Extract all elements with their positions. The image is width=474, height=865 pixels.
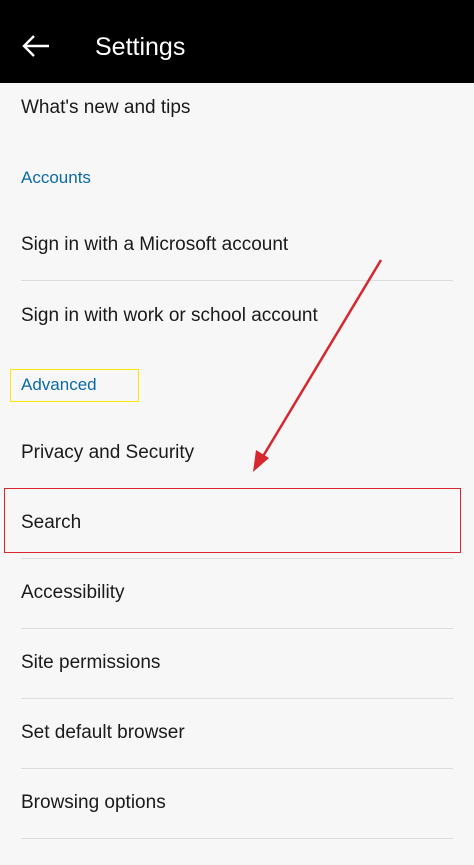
settings-item-browsing-options[interactable]: Browsing options [21, 768, 453, 839]
settings-item-label: Sign in with a Microsoft account [21, 234, 289, 255]
settings-item-privacy-security[interactable]: Privacy and Security [21, 418, 453, 488]
settings-item-accessibility[interactable]: Accessibility [21, 558, 453, 629]
settings-item-sign-in-work-school[interactable]: Sign in with work or school account [21, 281, 453, 351]
settings-item-label: Sign in with work or school account [21, 305, 318, 326]
annotation-highlight-advanced [10, 369, 139, 402]
settings-item-whats-new[interactable]: What's new and tips [21, 73, 453, 143]
settings-item-sign-in-microsoft[interactable]: Sign in with a Microsoft account [21, 210, 453, 281]
settings-item-label: Privacy and Security [21, 442, 195, 463]
arrow-left-icon [22, 35, 49, 57]
settings-item-label: Browsing options [21, 792, 166, 813]
settings-item-label: Set default browser [21, 722, 185, 743]
back-button[interactable] [8, 18, 64, 74]
section-header-accounts: Accounts [21, 168, 91, 187]
settings-item-site-permissions[interactable]: Site permissions [21, 628, 453, 699]
annotation-highlight-search [4, 488, 461, 553]
settings-item-default-browser[interactable]: Set default browser [21, 698, 453, 769]
page-title: Settings [95, 33, 186, 61]
settings-item-label: Site permissions [21, 652, 161, 673]
app-bar: Settings [0, 0, 474, 83]
settings-item-label: Accessibility [21, 582, 125, 603]
settings-item-label: What's new and tips [21, 97, 191, 118]
